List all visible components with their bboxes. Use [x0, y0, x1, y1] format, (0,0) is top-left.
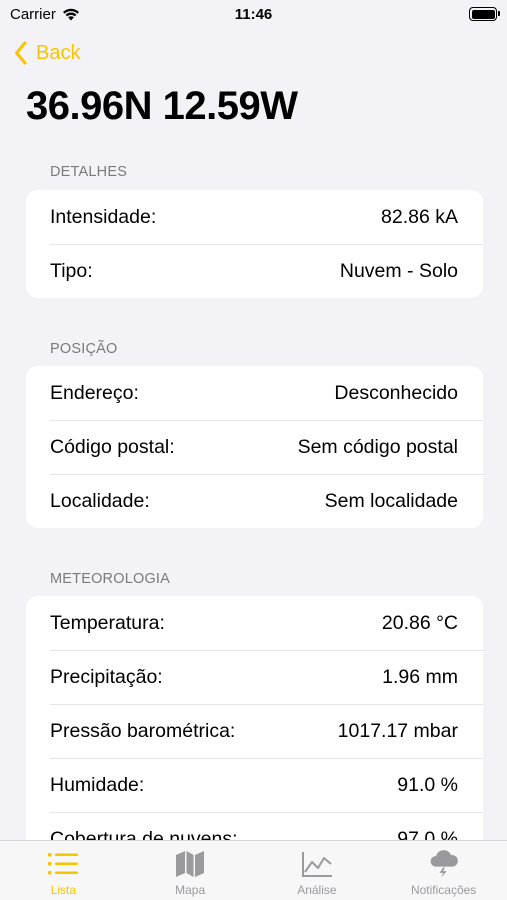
weather-row-precipitation: Precipitação: 1.96 mm: [26, 650, 483, 704]
row-label: Localidade:: [50, 489, 150, 512]
row-value: 97.0 %: [397, 827, 458, 841]
page-title: 36.96N 12.59W: [26, 84, 298, 128]
row-label: Código postal:: [50, 435, 175, 458]
details-card: Intensidade: 82.86 kA Tipo: Nuvem - Solo: [26, 190, 483, 298]
weather-row-humidity: Humidade: 91.0 %: [26, 758, 483, 812]
row-label: Cobertura de nuvens:: [50, 827, 238, 841]
tab-label: Análise: [297, 883, 337, 897]
section-header-meteorologia: METEOROLOGIA: [50, 571, 171, 587]
tab-lista[interactable]: Lista: [0, 841, 127, 900]
row-label: Intensidade:: [50, 205, 157, 228]
row-label: Humidade:: [50, 773, 145, 796]
weather-row-cloud-cover: Cobertura de nuvens: 97.0 %: [26, 812, 483, 840]
weather-card: Temperatura: 20.86 °C Precipitação: 1.96…: [26, 596, 483, 840]
battery-icon: [469, 7, 500, 21]
chart-icon: [301, 849, 333, 879]
section-header-detalhes: DETALHES: [50, 164, 128, 180]
tab-label: Mapa: [175, 883, 206, 897]
tab-notificacoes[interactable]: Notificações: [380, 841, 507, 900]
tab-label: Lista: [50, 883, 77, 897]
tab-mapa[interactable]: Mapa: [127, 841, 254, 900]
section-header-posicao: POSIÇÃO: [50, 341, 118, 357]
list-icon: [47, 849, 79, 879]
row-value: 1017.17 mbar: [337, 719, 458, 742]
chevron-left-icon: [15, 41, 27, 65]
position-row-address: Endereço: Desconhecido: [26, 366, 483, 420]
tab-bar: Lista Mapa Análise Notificações: [0, 840, 507, 900]
row-label: Temperatura:: [50, 611, 165, 634]
row-value: Sem localidade: [324, 489, 458, 512]
map-icon: [174, 849, 206, 879]
back-label: Back: [36, 41, 81, 64]
row-value: 82.86 kA: [381, 205, 458, 228]
row-label: Tipo:: [50, 259, 93, 282]
row-label: Endereço:: [50, 381, 139, 404]
tab-analise[interactable]: Análise: [254, 841, 381, 900]
row-value: Sem código postal: [297, 435, 458, 458]
row-label: Precipitação:: [50, 665, 163, 688]
clock: 11:46: [234, 6, 273, 23]
position-row-locality: Localidade: Sem localidade: [26, 474, 483, 528]
position-row-postal-code: Código postal: Sem código postal: [26, 420, 483, 474]
tab-label: Notificações: [410, 883, 477, 897]
storm-cloud-icon: [428, 849, 460, 879]
row-value: 91.0 %: [397, 773, 458, 796]
position-card: Endereço: Desconhecido Código postal: Se…: [26, 366, 483, 528]
detail-row-intensity: Intensidade: 82.86 kA: [26, 190, 483, 244]
row-value: Desconhecido: [334, 381, 458, 404]
weather-row-temperature: Temperatura: 20.86 °C: [26, 596, 483, 650]
status-bar: Carrier 11:46: [0, 0, 507, 30]
row-value: 20.86 °C: [381, 611, 458, 634]
row-value: 1.96 mm: [382, 665, 458, 688]
detail-row-type: Tipo: Nuvem - Solo: [26, 244, 483, 298]
row-value: Nuvem - Solo: [339, 259, 458, 282]
row-label: Pressão barométrica:: [50, 719, 236, 742]
back-button[interactable]: Back: [14, 38, 80, 68]
weather-row-pressure: Pressão barométrica: 1017.17 mbar: [26, 704, 483, 758]
